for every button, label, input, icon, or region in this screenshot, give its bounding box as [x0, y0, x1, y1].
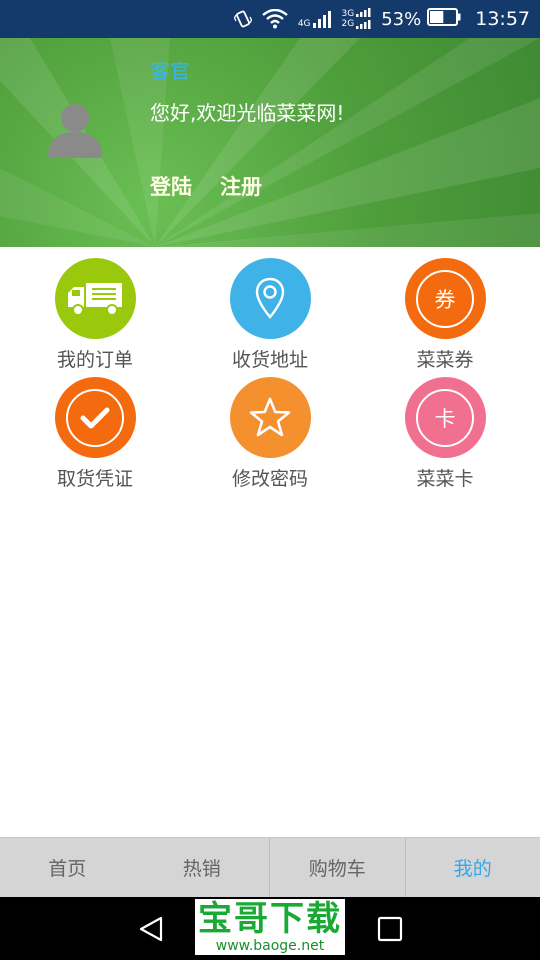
network-type-label: 4G — [297, 19, 311, 29]
menu-item-change-password[interactable]: 修改密码 — [190, 377, 350, 496]
tab-mine[interactable]: 我的 — [404, 838, 540, 897]
auth-links: 登陆 注册 — [150, 171, 262, 201]
menu-icon-circle — [54, 258, 136, 339]
menu-label: 修改密码 — [231, 468, 308, 490]
tab-label: 首页 — [48, 858, 87, 880]
status-bar: 4G 3G 2G 53% 13:57 — [0, 0, 540, 38]
tab-home[interactable]: 首页 — [0, 838, 135, 897]
wifi-icon — [262, 9, 288, 29]
star-icon — [249, 397, 291, 436]
bottom-tab-bar: 首页 热销 购物车 我的 — [0, 837, 540, 897]
menu-label: 我的订单 — [56, 349, 133, 371]
tab-cart[interactable]: 购物车 — [269, 838, 405, 897]
tab-label: 热销 — [182, 858, 221, 880]
card-icon-text: 卡 — [435, 407, 456, 431]
menu-icon-circle — [54, 377, 136, 458]
register-link[interactable]: 注册 — [220, 171, 262, 201]
network-type-3g: 3G — [341, 8, 355, 19]
check-icon — [66, 388, 124, 447]
menu-item-my-orders[interactable]: 我的订单 — [0, 258, 190, 377]
tab-hot-sale[interactable]: 热销 — [135, 838, 270, 897]
profile-header: 客官 您好,欢迎光临菜菜网! 登陆 注册 — [0, 38, 540, 247]
menu-grid: 我的订单 收货地址 券 菜菜券 取货凭证 修改密码 卡 菜菜卡 — [0, 258, 540, 496]
menu-icon-circle: 卡 — [404, 377, 486, 458]
watermark: 宝哥下载 www.baoge.net — [195, 899, 345, 955]
user-silhouette-icon — [48, 104, 102, 158]
watermark-title: 宝哥下载 — [198, 899, 342, 939]
vibrate-icon — [233, 9, 252, 29]
menu-label: 收货地址 — [231, 349, 308, 371]
recent-apps-icon[interactable] — [377, 916, 403, 942]
menu-item-shipping-address[interactable]: 收货地址 — [190, 258, 350, 377]
watermark-url: www.baoge.net — [215, 938, 325, 954]
menu-item-card[interactable]: 卡 菜菜卡 — [350, 377, 540, 496]
menu-item-coupons[interactable]: 券 菜菜券 — [350, 258, 540, 377]
menu-icon-circle: 券 — [404, 258, 486, 339]
battery-icon — [427, 7, 461, 31]
coupon-icon: 券 — [416, 269, 474, 328]
menu-icon-circle — [229, 377, 311, 458]
battery-status: 53% — [381, 7, 461, 31]
avatar[interactable] — [47, 102, 103, 158]
welcome-message: 您好,欢迎光临菜菜网! — [150, 101, 345, 125]
login-link[interactable]: 登陆 — [150, 171, 192, 201]
location-pin-icon — [255, 277, 285, 319]
truck-icon — [68, 282, 122, 316]
back-icon[interactable] — [137, 915, 165, 943]
dual-signal-icon: 3G 2G — [342, 8, 372, 30]
menu-label: 菜菜卡 — [416, 468, 474, 490]
coupon-icon-text: 券 — [435, 288, 456, 312]
card-icon: 卡 — [416, 388, 474, 447]
signal-icon: 4G — [298, 9, 332, 29]
menu-label: 取货凭证 — [56, 468, 133, 490]
menu-icon-circle — [229, 258, 311, 339]
guest-name: 客官 — [150, 59, 190, 83]
tab-label: 我的 — [453, 858, 492, 880]
clock: 13:57 — [475, 8, 530, 30]
menu-label: 菜菜券 — [416, 349, 474, 371]
battery-percent: 53% — [381, 8, 422, 30]
menu-item-pickup-voucher[interactable]: 取货凭证 — [0, 377, 190, 496]
network-type-2g: 2G — [341, 18, 355, 29]
tab-label: 购物车 — [308, 858, 366, 880]
